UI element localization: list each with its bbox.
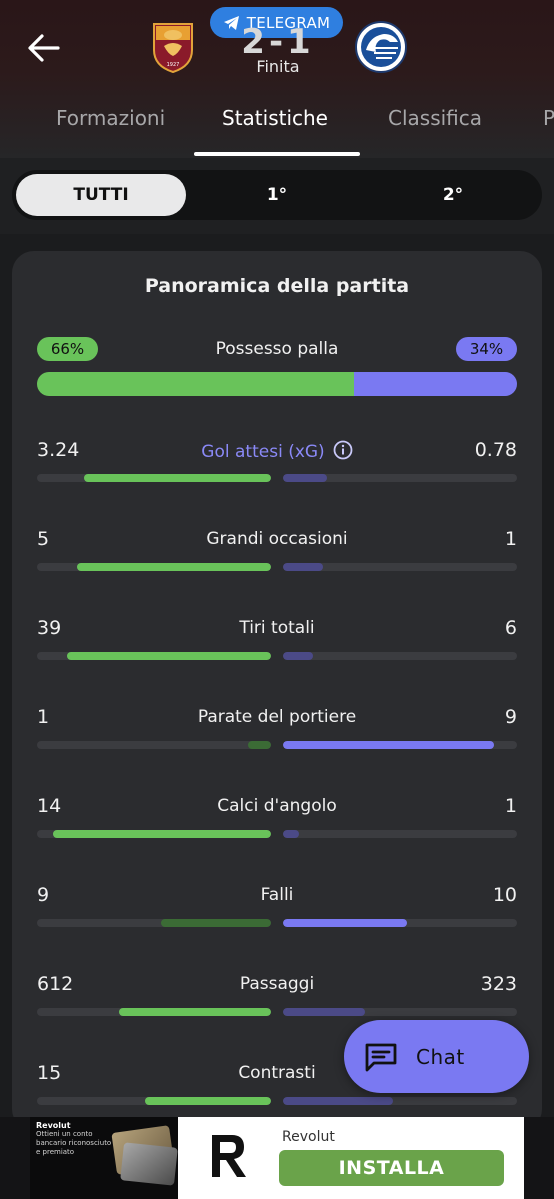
ad-cta-panel[interactable]: Revolut INSTALLA	[178, 1117, 524, 1199]
stat-label-text: Falli	[260, 885, 294, 905]
stat-away-track	[283, 563, 517, 571]
stat-away-track	[283, 1097, 517, 1105]
stat-label-text: Gol attesi (xG)	[201, 442, 325, 462]
stat-row: 5 Grandi occasioni 1	[12, 528, 542, 588]
stat-label[interactable]: Gol attesi (xG)	[12, 440, 542, 462]
stat-home-fill	[53, 830, 271, 838]
stat-label: Grandi occasioni	[12, 529, 542, 549]
match-header: 1927 TELEGRAM 2-1 Finita Formazioni Stat…	[0, 0, 554, 158]
stat-home-fill	[247, 741, 271, 749]
stat-home-track	[37, 1097, 271, 1105]
ad-left-text: Revolut Ottieni un conto bancario ricono…	[36, 1121, 116, 1157]
tab-bar: Formazioni Statistiche Classifica P	[0, 96, 554, 158]
stat-away-track	[283, 652, 517, 660]
stat-away-fill	[283, 741, 494, 749]
info-icon[interactable]	[333, 440, 353, 460]
stat-away-fill	[283, 1097, 393, 1105]
stat-row: 39 Tiri totali 6	[12, 617, 542, 677]
possession-bar	[37, 372, 517, 396]
stat-label-text: Grandi occasioni	[206, 529, 348, 549]
stat-home-track	[37, 830, 271, 838]
period-selector: TUTTI 1° 2°	[12, 170, 542, 220]
stat-away-fill	[283, 919, 408, 927]
stat-label: Parate del portiere	[12, 707, 542, 727]
ad-card-graphic-2	[120, 1142, 178, 1186]
period-selector-bar: TUTTI 1° 2°	[0, 158, 554, 234]
stat-label-text: Parate del portiere	[197, 707, 357, 727]
period-first-half-button[interactable]: 1°	[192, 174, 362, 216]
match-status: Finita	[256, 57, 300, 76]
ad-left-brand: Revolut	[36, 1121, 71, 1130]
stat-home-track	[37, 563, 271, 571]
stat-away-track	[283, 919, 517, 927]
stat-away-value: 323	[480, 973, 517, 995]
stat-label-text: Calci d'angolo	[217, 796, 337, 816]
stat-away-value: 0.78	[474, 439, 517, 461]
ad-image[interactable]: Revolut Ottieni un conto bancario ricono…	[30, 1117, 178, 1199]
stat-row: 14 Calci d'angolo 1	[12, 795, 542, 855]
match-overview-card: Panoramica della partita 66% Possesso pa…	[12, 251, 542, 1131]
period-second-half-button[interactable]: 2°	[368, 174, 538, 216]
stat-home-fill	[161, 919, 271, 927]
stat-label-text: Passaggi	[239, 974, 315, 994]
stat-home-track	[37, 919, 271, 927]
stat-row: 9 Falli 10	[12, 884, 542, 944]
stat-away-fill	[283, 1008, 365, 1016]
ad-advertiser-name: Revolut	[282, 1129, 335, 1145]
stat-away-value: 1	[504, 528, 517, 550]
tab-classifica[interactable]: Classifica	[388, 106, 482, 130]
period-all-button[interactable]: TUTTI	[16, 174, 186, 216]
stat-home-fill	[76, 563, 271, 571]
stat-away-track	[283, 741, 517, 749]
match-score: 2-1	[241, 22, 315, 62]
stat-label: Tiri totali	[12, 618, 542, 638]
away-possession-badge: 34%	[456, 337, 517, 361]
active-tab-indicator	[194, 152, 360, 156]
stat-away-fill	[283, 563, 323, 571]
stat-home-fill	[67, 652, 271, 660]
stat-away-fill	[283, 474, 328, 482]
stat-home-fill	[118, 1008, 271, 1016]
ad-banner[interactable]: Revolut Ottieni un conto bancario ricono…	[0, 1117, 554, 1199]
back-arrow-icon[interactable]	[22, 26, 66, 70]
install-button[interactable]: INSTALLA	[279, 1150, 504, 1186]
stat-away-value: 1	[504, 795, 517, 817]
atalanta-crest-icon	[355, 21, 407, 73]
stat-home-fill	[83, 474, 271, 482]
roma-crest-icon: 1927	[153, 23, 193, 74]
stat-label: Passaggi	[12, 974, 542, 994]
stat-away-track	[283, 474, 517, 482]
stat-home-fill	[144, 1097, 271, 1105]
revolut-logo-icon	[212, 1135, 246, 1177]
stat-home-track	[37, 741, 271, 749]
possession-bar-away	[353, 372, 517, 396]
stat-away-fill	[283, 830, 300, 838]
chat-button[interactable]: Chat	[344, 1020, 529, 1093]
stat-away-value: 10	[492, 884, 517, 906]
tab-next[interactable]: P	[543, 106, 554, 130]
stat-home-track	[37, 652, 271, 660]
possession-bar-home	[37, 372, 354, 396]
stat-label-text: Contrasti	[238, 1063, 316, 1083]
ad-left-copy: Ottieni un conto bancario riconosciuto e…	[36, 1130, 112, 1156]
tab-formazioni[interactable]: Formazioni	[56, 106, 165, 130]
tab-statistiche[interactable]: Statistiche	[222, 106, 328, 130]
card-title: Panoramica della partita	[144, 275, 410, 297]
stat-home-track	[37, 474, 271, 482]
stat-label: Falli	[12, 885, 542, 905]
stat-label-text: Tiri totali	[239, 618, 315, 638]
stat-label: Calci d'angolo	[12, 796, 542, 816]
stat-away-fill	[283, 652, 314, 660]
chat-bubble-icon	[365, 1043, 397, 1071]
stat-away-value: 9	[504, 706, 517, 728]
stat-row: 1 Parate del portiere 9	[12, 706, 542, 766]
stat-row: 3.24 Gol attesi (xG) 0.78	[12, 439, 542, 499]
stat-away-track	[283, 1008, 517, 1016]
chat-label: Chat	[416, 1044, 465, 1069]
stat-away-track	[283, 830, 517, 838]
stat-away-value: 6	[504, 617, 517, 639]
svg-text:1927: 1927	[167, 62, 180, 68]
stat-home-track	[37, 1008, 271, 1016]
